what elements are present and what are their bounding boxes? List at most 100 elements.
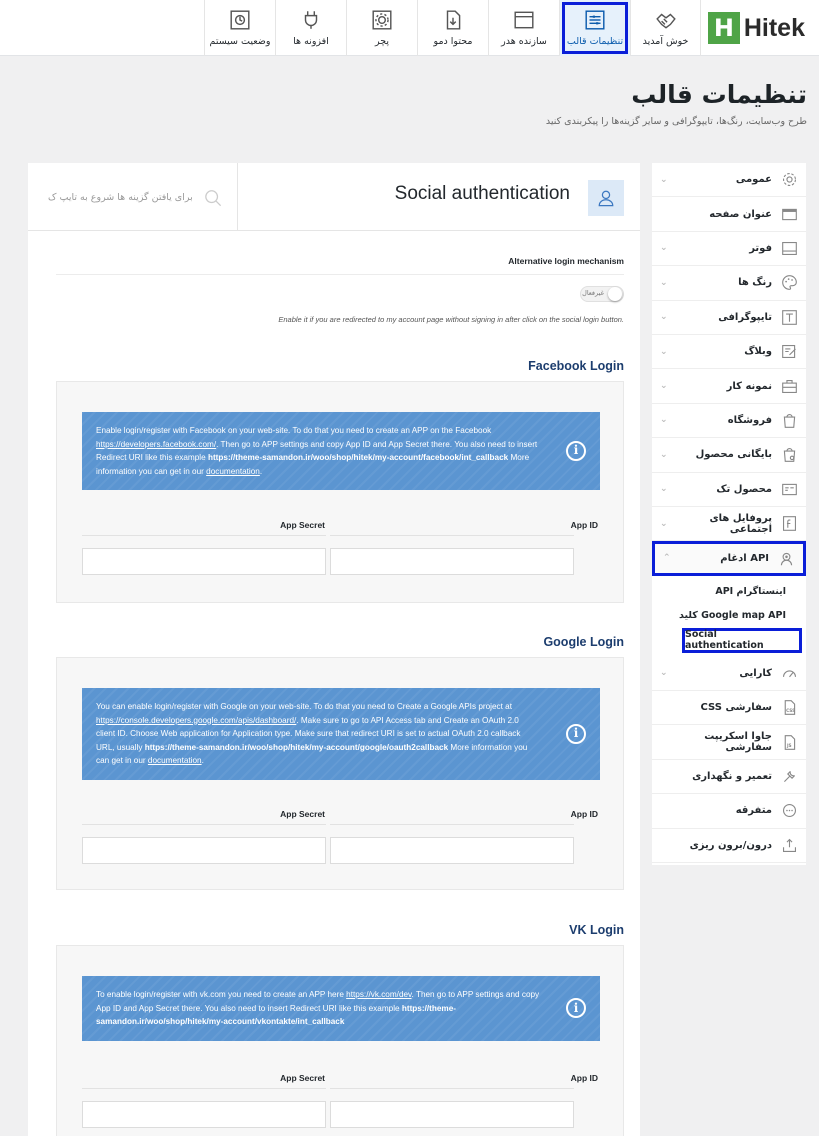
header-builder-icon bbox=[513, 9, 535, 31]
sidebar-item-maintenance[interactable]: تعمیر و نگهداری bbox=[652, 760, 806, 795]
sidebar-item-label: تایپوگرافی bbox=[718, 311, 772, 323]
sidebar-item-misc[interactable]: متفرقه bbox=[652, 794, 806, 829]
app-secret-input[interactable] bbox=[82, 837, 326, 864]
notice-link[interactable]: documentation bbox=[148, 756, 202, 765]
sidebar-item-label: CSS سفارشی bbox=[700, 702, 772, 714]
plugin-icon bbox=[300, 9, 322, 31]
tab-demo-import[interactable]: محتوا دمو bbox=[417, 0, 488, 56]
notice-text: . bbox=[259, 466, 263, 476]
field-divider bbox=[82, 535, 326, 536]
alt-login-label: Alternative login mechanism bbox=[508, 256, 624, 266]
top-tabs: خوش آمدید تنظیمات قالب سازنده هدر محتوا دمو… bbox=[204, 0, 701, 56]
sidebar-item-js-file[interactable]: JS جاوا اسکریپت سفارشی bbox=[652, 725, 806, 760]
chevron-down-icon: ⌄ bbox=[660, 243, 668, 254]
toggle-knob bbox=[608, 287, 622, 301]
sidebar-item-footer[interactable]: فوتر ⌄ bbox=[652, 232, 806, 267]
notice-text: https://theme-samandon.ir/woo/shop/hitek… bbox=[144, 742, 449, 752]
notice-text: . bbox=[201, 756, 204, 765]
sidebar-item-typography[interactable]: تایپوگرافی ⌄ bbox=[652, 301, 806, 335]
sidebar-item-single-product[interactable]: محصول تک ⌄ bbox=[652, 473, 806, 507]
sidebar-item-blog[interactable]: وبلاگ ⌄ bbox=[652, 335, 806, 370]
section-title: VK Login bbox=[569, 923, 624, 937]
options-search-input[interactable]: برای یافتن گزینه ها شروع به تایپ ک bbox=[28, 163, 238, 231]
single-product-icon bbox=[781, 483, 797, 495]
sidebar-item-css-file[interactable]: CSS CSS سفارشی bbox=[652, 691, 806, 726]
page-header: تنظیمات قالب طرح وب‌سایت، رنگ‌ها، تایپوگ… bbox=[546, 80, 807, 127]
sidebar-item-palette[interactable]: رنگ ها ⌄ bbox=[652, 266, 806, 301]
app-id-input[interactable] bbox=[330, 548, 574, 575]
chevron-down-icon: ⌄ bbox=[660, 381, 668, 392]
sidebar-item-label: فروشگاه bbox=[727, 414, 772, 426]
logo-mark: H bbox=[707, 12, 740, 44]
sidebar-item-portfolio[interactable]: نمونه کار ⌄ bbox=[652, 369, 806, 404]
chevron-down-icon: ⌄ bbox=[660, 484, 668, 495]
user-icon bbox=[588, 180, 624, 216]
search-placeholder: برای یافتن گزینه ها شروع به تایپ ک bbox=[48, 191, 193, 203]
toggle-state-text: غیرفعال bbox=[582, 289, 604, 297]
tab-label: وضعیت سیستم bbox=[209, 36, 271, 47]
plugin-icon-glyph bbox=[304, 11, 318, 29]
notice-text: Enable login/register with Facebook on y… bbox=[96, 426, 492, 435]
hitek-logo[interactable]: H Hitek bbox=[707, 12, 805, 44]
app-secret-input[interactable] bbox=[82, 548, 326, 575]
notice-link[interactable]: documentation bbox=[206, 467, 260, 476]
app-id-input[interactable] bbox=[330, 1101, 574, 1128]
field-divider bbox=[330, 535, 574, 536]
import-export-icon bbox=[782, 838, 796, 852]
sidebar-item-speed[interactable]: کارایی ⌄ bbox=[652, 657, 806, 692]
sidebar-item-social[interactable]: پروفایل های اجتماعی ⌄ bbox=[652, 507, 806, 542]
field-divider bbox=[330, 1088, 574, 1089]
sidebar-item-page-title[interactable]: عنوان صفحه bbox=[652, 197, 806, 232]
chevron-down-icon: ⌄ bbox=[660, 449, 668, 460]
sidebar-item-label: پروفایل های اجتماعی bbox=[709, 512, 772, 535]
css-file-icon: CSS bbox=[784, 700, 795, 716]
info-icon: i bbox=[566, 998, 586, 1019]
app-secret-input[interactable] bbox=[82, 1101, 326, 1128]
sidebar-item-label: کارایی bbox=[739, 667, 772, 679]
section-title: Facebook Login bbox=[528, 359, 624, 373]
info-notice: Enable login/register with Facebook on y… bbox=[82, 412, 600, 490]
sidebar-item-archive[interactable]: بایگانی محصول ⌄ bbox=[652, 438, 806, 473]
sidebar-subitem-social-authentication[interactable]: Social authentication bbox=[682, 627, 802, 653]
app-id-input[interactable] bbox=[330, 837, 574, 864]
notice-text: To enable login/register with vk.com you… bbox=[96, 990, 347, 999]
field-divider bbox=[330, 824, 574, 825]
sidebar-subitem[interactable]: کلید Google map API bbox=[652, 604, 806, 628]
notice-link[interactable]: https://vk.com/dev bbox=[346, 990, 411, 999]
chevron-down-icon: ⌄ bbox=[660, 668, 668, 679]
tab-label: پچر bbox=[374, 36, 390, 47]
chevron-up-icon: ⌃ bbox=[663, 553, 671, 564]
sidebar-subitem[interactable]: API اینستاگرام bbox=[652, 580, 806, 604]
tab-patcher-gear[interactable]: پچر bbox=[346, 0, 417, 56]
sidebar-item-api[interactable]: ادغام API ⌃ bbox=[652, 541, 806, 576]
tab-handshake[interactable]: خوش آمدید bbox=[630, 0, 701, 56]
tab-label: محتوا دمو bbox=[433, 36, 473, 47]
chevron-down-icon: ⌄ bbox=[660, 346, 668, 357]
field-divider bbox=[82, 824, 326, 825]
gear-icon bbox=[782, 173, 796, 187]
sidebar-item-label: جاوا اسکریپت سفارشی bbox=[704, 731, 772, 754]
panel-title: Social authentication bbox=[394, 183, 570, 204]
info-notice: You can enable login/register with Googl… bbox=[82, 688, 600, 780]
panel-header: برای یافتن گزینه ها شروع به تایپ ک Socia… bbox=[28, 163, 640, 231]
sidebar-item-label: رنگ ها bbox=[738, 277, 772, 289]
tab-system-status[interactable]: وضعیت سیستم bbox=[204, 0, 275, 56]
alt-login-toggle[interactable]: غیرفعال bbox=[580, 286, 624, 302]
misc-icon bbox=[782, 804, 796, 818]
login-settings-box: Enable login/register with Facebook on y… bbox=[56, 381, 624, 603]
notice-text: https://theme-samandon.ir/woo/shop/hitek… bbox=[207, 453, 509, 462]
sidebar-item-shop-bag[interactable]: فروشگاه ⌄ bbox=[652, 404, 806, 439]
sidebar-item-import-export[interactable]: درون/برون ریزی bbox=[652, 829, 806, 864]
handshake-icon bbox=[655, 9, 677, 31]
field-divider bbox=[82, 1088, 326, 1089]
chevron-down-icon: ⌄ bbox=[660, 277, 668, 288]
chevron-down-icon: ⌄ bbox=[660, 518, 668, 529]
tab-plugin[interactable]: افزونه ها bbox=[275, 0, 346, 56]
tab-header-builder[interactable]: سازنده هدر bbox=[488, 0, 559, 56]
js-file-icon: JS bbox=[784, 734, 795, 750]
tab-sliders[interactable]: تنظیمات قالب bbox=[559, 0, 630, 56]
notice-link[interactable]: https://developers.facebook.com/ bbox=[96, 440, 216, 449]
sidebar-item-gear[interactable]: عمومی ⌄ bbox=[652, 163, 806, 198]
portfolio-icon bbox=[781, 379, 797, 393]
notice-link[interactable]: https://console.developers.google.com/ap… bbox=[96, 716, 296, 725]
